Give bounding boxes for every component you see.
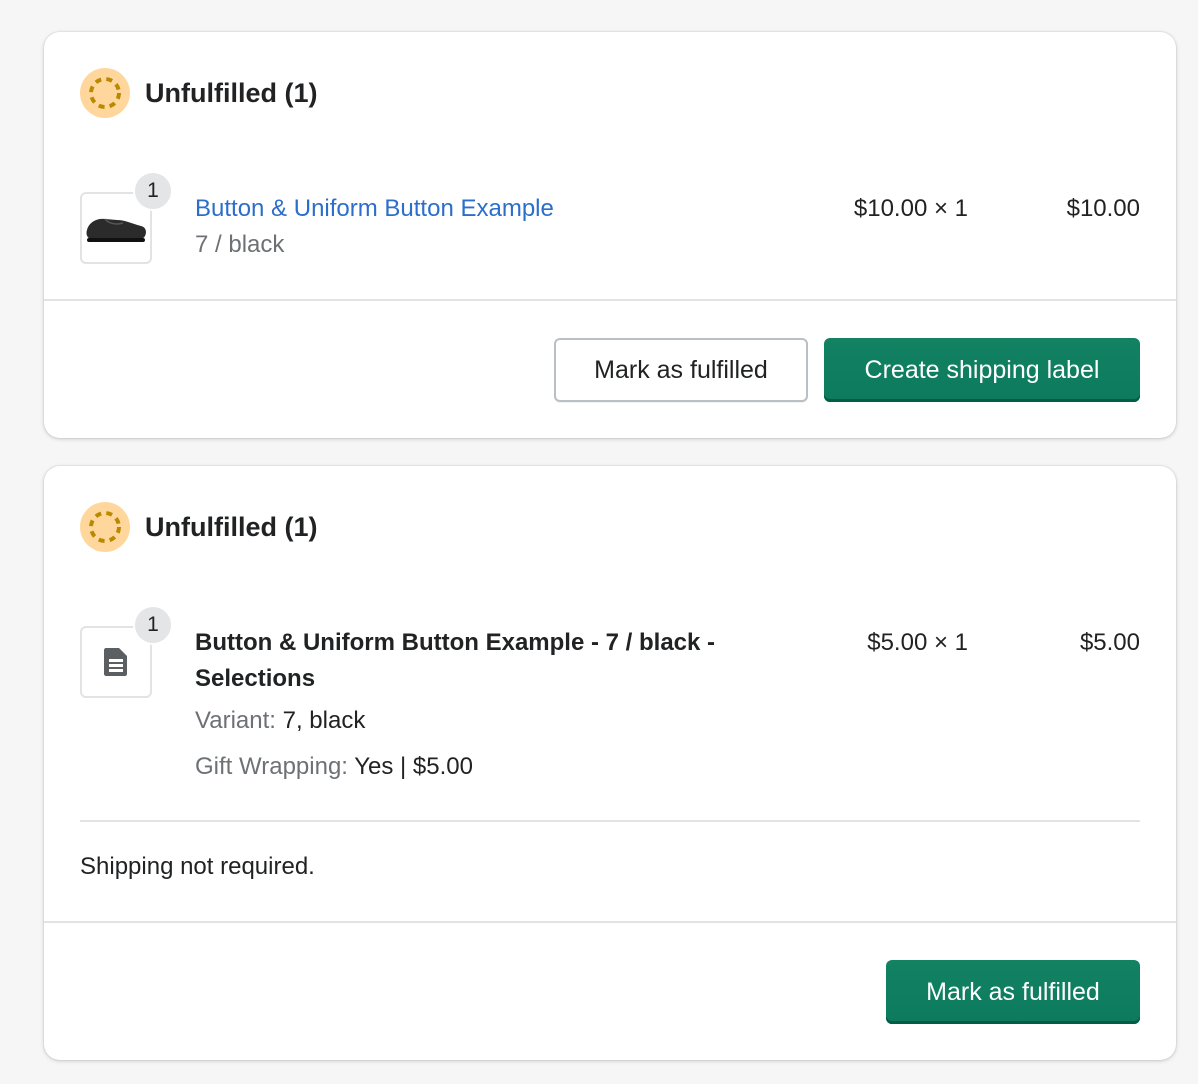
divider (44, 921, 1176, 923)
divider (80, 820, 1140, 822)
status-header: Unfulfilled (1) (80, 502, 317, 552)
variant-value: 7, black (282, 707, 366, 734)
product-title-line2: Selections (195, 665, 316, 692)
line-total: $5.00 (1079, 629, 1140, 656)
status-title: Unfulfilled (1) (145, 77, 318, 108)
unit-price: $5.00 × 1 (867, 629, 968, 656)
variant-label: Variant: (195, 707, 276, 734)
gift-wrapping-property: Gift Wrapping: Yes | $5.00 (195, 753, 473, 781)
quantity-badge: 1 (133, 605, 173, 645)
create-shipping-label-button[interactable]: Create shipping label (824, 338, 1140, 402)
status-title: Unfulfilled (1) (145, 511, 318, 542)
variant-property: Variant: 7, black (195, 707, 365, 735)
incomplete-circle-icon (80, 502, 130, 552)
shoe-thumbnail (86, 218, 146, 242)
incomplete-circle-icon (80, 68, 130, 118)
fulfillment-card-2: Unfulfilled (1) 1 Button & Uniform Butto… (44, 466, 1176, 1060)
unit-price: $10.00 × 1 (853, 195, 968, 222)
gift-wrapping-value: Yes | $5.00 (354, 753, 473, 780)
shipping-note: Shipping not required. (80, 853, 315, 880)
mark-as-fulfilled-button[interactable]: Mark as fulfilled (554, 338, 808, 402)
quantity-badge: 1 (133, 171, 173, 211)
document-icon (104, 648, 127, 676)
product-variant: 7 / black (195, 231, 285, 258)
product-title-link[interactable]: Button & Uniform Button Example (195, 195, 554, 223)
fulfillment-card-1: Unfulfilled (1) 1 Button & Uniform Butto… (44, 32, 1176, 438)
mark-as-fulfilled-button[interactable]: Mark as fulfilled (886, 960, 1140, 1024)
gift-wrapping-label: Gift Wrapping: (195, 753, 348, 780)
product-title-line1: Button & Uniform Button Example - 7 / bl… (195, 629, 716, 656)
divider (44, 299, 1176, 301)
status-header: Unfulfilled (1) (80, 68, 317, 118)
line-total: $10.00 (1066, 195, 1140, 222)
